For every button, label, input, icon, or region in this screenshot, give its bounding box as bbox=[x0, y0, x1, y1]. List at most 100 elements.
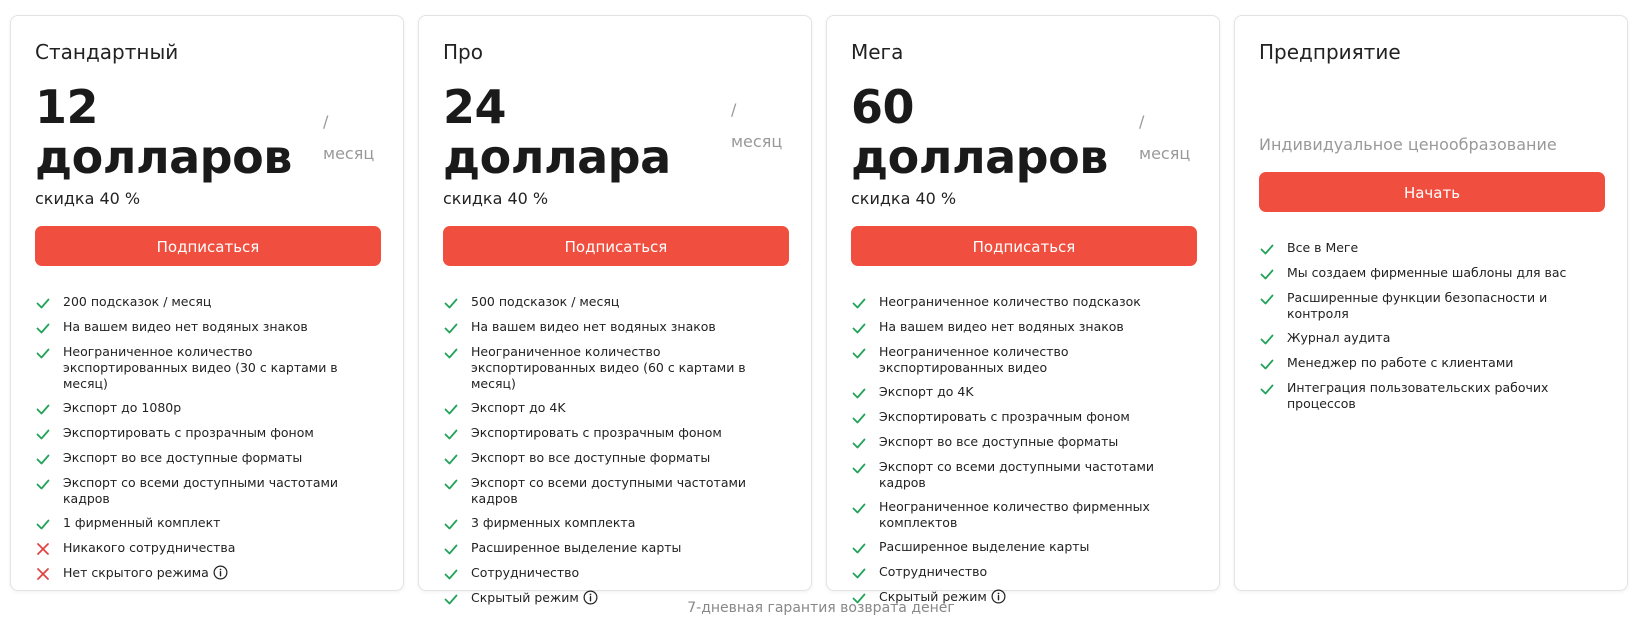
price-period: / месяц bbox=[1139, 112, 1191, 163]
feature-label: Нет скрытого режима bbox=[63, 565, 209, 580]
feature-item: На вашем видео нет водяных знаков bbox=[851, 319, 1195, 336]
feature-item: Журнал аудита bbox=[1259, 330, 1603, 347]
feature-item: Экспортировать с прозрачным фоном bbox=[35, 425, 379, 442]
feature-label: На вашем видео нет водяных знаков bbox=[471, 319, 716, 334]
feature-item: Экспорт во все доступные форматы bbox=[443, 450, 787, 467]
feature-item: Сотрудничество bbox=[851, 564, 1195, 581]
check-icon bbox=[36, 519, 50, 530]
feature-list: 500 подсказок / месяц На вашем видео нет … bbox=[443, 294, 787, 607]
feature-item: Экспорт со всеми доступными частотами ка… bbox=[851, 459, 1195, 491]
subscribe-button[interactable]: Подписаться bbox=[443, 226, 789, 266]
feature-text: На вашем видео нет водяных знаков bbox=[471, 319, 787, 335]
cross-icon bbox=[37, 568, 49, 580]
check-icon bbox=[852, 323, 866, 334]
plan-price: 24 доллара bbox=[443, 80, 671, 184]
feature-text: На вашем видео нет водяных знаков bbox=[63, 319, 379, 335]
check-icon bbox=[852, 388, 866, 399]
feature-item: Неограниченное количество экспортированн… bbox=[35, 344, 379, 392]
feature-text: Экспорт до 4K bbox=[471, 400, 787, 416]
subscribe-button[interactable]: Подписаться bbox=[35, 226, 381, 266]
feature-label: Экспорт со всеми доступными частотами ка… bbox=[879, 459, 1155, 490]
check-icon bbox=[852, 568, 866, 579]
feature-text: Неограниченное количество фирменных комп… bbox=[879, 499, 1195, 531]
check-icon bbox=[444, 348, 458, 359]
check-icon bbox=[444, 429, 458, 440]
cross-icon bbox=[37, 543, 49, 555]
plan-card-pro: Про 24 доллара / месяц скидка 40 % Подпи… bbox=[418, 15, 812, 605]
feature-text: 1 фирменный комплект bbox=[63, 515, 379, 531]
feature-item: На вашем видео нет водяных знаков bbox=[443, 319, 787, 336]
feature-label: Неограниченное количество экспортированн… bbox=[63, 344, 338, 391]
check-icon bbox=[444, 479, 458, 490]
plan-card-mega: Мега 60 долларов / месяц скидка 40 % Под… bbox=[826, 15, 1220, 604]
feature-text: Экспорт до 4K bbox=[879, 384, 1195, 400]
check-icon bbox=[852, 543, 866, 554]
plan-name: Предприятие bbox=[1259, 40, 1401, 64]
check-icon bbox=[1260, 384, 1274, 395]
feature-label: Все в Меге bbox=[1287, 240, 1359, 255]
feature-list: Неограниченное количество подсказок На ва… bbox=[851, 294, 1195, 606]
feature-item: Расширенное выделение карты bbox=[443, 540, 787, 557]
feature-text: Интеграция пользовательских рабочих проц… bbox=[1287, 380, 1603, 412]
feature-label: Экспорт со всеми доступными частотами ка… bbox=[63, 475, 339, 506]
feature-label: Экспорт во все доступные форматы bbox=[63, 450, 303, 465]
feature-item: Неограниченное количество экспортированн… bbox=[443, 344, 787, 392]
feature-label: Экспорт до 1080p bbox=[63, 400, 182, 415]
check-icon bbox=[444, 569, 458, 580]
feature-item: Сотрудничество bbox=[443, 565, 787, 582]
feature-item: Мы создаем фирменные шаблоны для вас bbox=[1259, 265, 1603, 282]
check-icon bbox=[36, 479, 50, 490]
feature-text: Расширенное выделение карты bbox=[879, 539, 1195, 555]
feature-text: Экспорт до 1080p bbox=[63, 400, 379, 416]
feature-label: 1 фирменный комплект bbox=[63, 515, 221, 530]
feature-label: Сотрудничество bbox=[471, 565, 580, 580]
feature-text: Экспортировать с прозрачным фоном bbox=[879, 409, 1195, 425]
feature-label: Экспорт со всеми доступными частотами ка… bbox=[471, 475, 747, 506]
feature-item: Экспорт до 4K bbox=[443, 400, 787, 417]
check-icon bbox=[852, 503, 866, 514]
check-icon bbox=[1260, 269, 1274, 280]
feature-label: 500 подсказок / месяц bbox=[471, 294, 620, 309]
feature-text: Расширенное выделение карты bbox=[471, 540, 787, 556]
feature-label: Интеграция пользовательских рабочих проц… bbox=[1287, 380, 1549, 411]
feature-item: Экспорт до 1080p bbox=[35, 400, 379, 417]
get-started-button[interactable]: Начать bbox=[1259, 172, 1605, 212]
check-icon bbox=[444, 404, 458, 415]
feature-label: Экспортировать с прозрачным фоном bbox=[879, 409, 1130, 424]
feature-label: Журнал аудита bbox=[1287, 330, 1391, 345]
feature-text: Мы создаем фирменные шаблоны для вас bbox=[1287, 265, 1603, 281]
feature-item: 3 фирменных комплекта bbox=[443, 515, 787, 532]
check-icon bbox=[852, 348, 866, 359]
check-icon bbox=[36, 454, 50, 465]
feature-text: Экспорт во все доступные форматы bbox=[63, 450, 379, 466]
feature-label: Расширенное выделение карты bbox=[879, 539, 1090, 554]
feature-text: На вашем видео нет водяных знаков bbox=[879, 319, 1195, 335]
feature-label: Экспорт во все доступные форматы bbox=[879, 434, 1119, 449]
discount-label: скидка 40 % bbox=[443, 189, 549, 208]
feature-text: Экспорт со всеми доступными частотами ка… bbox=[471, 475, 787, 507]
feature-item: Экспорт во все доступные форматы bbox=[851, 434, 1195, 451]
check-icon bbox=[444, 519, 458, 530]
check-icon bbox=[1260, 359, 1274, 370]
feature-item: Никакого сотрудничества bbox=[35, 540, 379, 557]
feature-text: Неограниченное количество подсказок bbox=[879, 294, 1195, 310]
feature-text: Экспорт со всеми доступными частотами ка… bbox=[63, 475, 379, 507]
price-row: 60 долларов / месяц bbox=[851, 82, 1195, 182]
subscribe-button[interactable]: Подписаться bbox=[851, 226, 1197, 266]
feature-text: 3 фирменных комплекта bbox=[471, 515, 787, 531]
feature-label: Сотрудничество bbox=[879, 564, 988, 579]
feature-item: Экспорт во все доступные форматы bbox=[35, 450, 379, 467]
feature-text: Неограниченное количество экспортированн… bbox=[63, 344, 379, 392]
feature-label: Экспорт до 4K bbox=[879, 384, 974, 399]
feature-text: Все в Меге bbox=[1287, 240, 1603, 256]
discount-label: скидка 40 % bbox=[851, 189, 957, 208]
feature-label: Неограниченное количество экспортированн… bbox=[471, 344, 746, 391]
feature-label: 200 подсказок / месяц bbox=[63, 294, 212, 309]
plan-name: Про bbox=[443, 40, 483, 64]
feature-text: Сотрудничество bbox=[879, 564, 1195, 580]
feature-text: 500 подсказок / месяц bbox=[471, 294, 787, 310]
feature-text: Расширенные функции безопасности и контр… bbox=[1287, 290, 1603, 322]
feature-label: Никакого сотрудничества bbox=[63, 540, 236, 555]
info-icon[interactable] bbox=[213, 565, 228, 580]
plan-price: 12 долларов bbox=[35, 80, 292, 184]
